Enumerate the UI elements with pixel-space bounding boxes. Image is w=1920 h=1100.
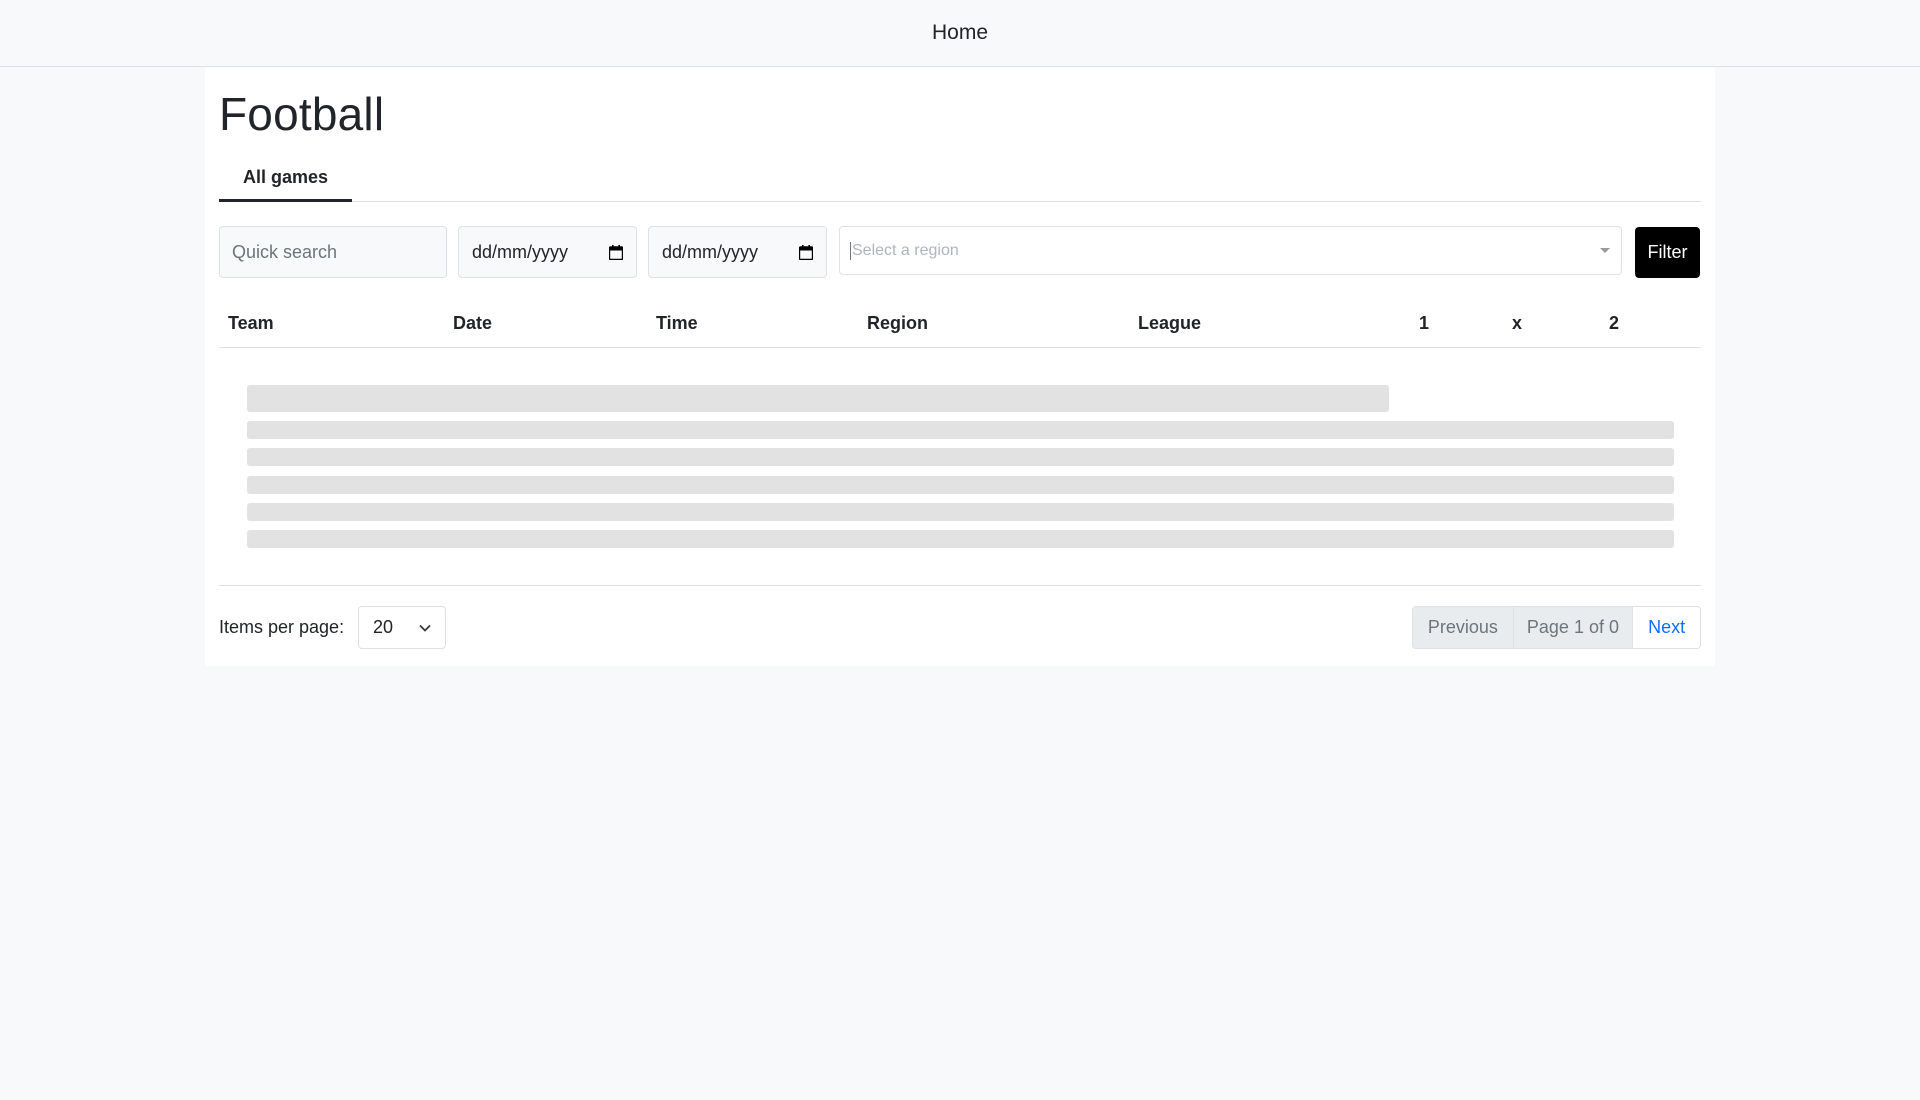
filter-button[interactable]: Filter xyxy=(1635,227,1700,278)
tab-all-games[interactable]: All games xyxy=(219,156,352,202)
calendar-icon[interactable] xyxy=(609,244,623,260)
skeleton-line xyxy=(247,385,1389,412)
items-per-page-value: 20 xyxy=(373,617,394,637)
chevron-down-icon xyxy=(419,624,431,632)
previous-page-button[interactable]: Previous xyxy=(1413,607,1514,648)
date-from-input[interactable]: dd/mm/yyyy xyxy=(458,226,637,278)
date-to-text: dd/mm/yyyy xyxy=(662,241,759,262)
column-header-home-odds[interactable]: 1 xyxy=(1419,298,1429,348)
date-to-input[interactable]: dd/mm/yyyy xyxy=(648,226,827,278)
table-divider xyxy=(219,585,1701,586)
main-panel: Football All games dd/mm/yyyy dd/mm/yyyy… xyxy=(205,67,1715,666)
caret-down-icon xyxy=(1600,247,1610,253)
column-header-date[interactable]: Date xyxy=(453,298,492,348)
top-navbar: Home xyxy=(0,0,1920,67)
page-indicator: Page 1 of 0 xyxy=(1513,607,1634,648)
skeleton-line xyxy=(247,448,1674,466)
region-select[interactable]: Select a region xyxy=(839,226,1622,275)
tab-bar: All games xyxy=(219,156,1701,202)
column-header-time[interactable]: Time xyxy=(656,298,698,348)
region-placeholder: Select a region xyxy=(850,241,959,260)
column-header-region[interactable]: Region xyxy=(867,298,928,348)
items-per-page-select[interactable]: 20 xyxy=(358,606,446,649)
skeleton-line xyxy=(247,476,1674,494)
page-title: Football xyxy=(219,88,385,140)
date-from-text: dd/mm/yyyy xyxy=(472,241,569,262)
skeleton-line xyxy=(247,421,1674,439)
calendar-icon[interactable] xyxy=(799,244,813,260)
table-header: Team Date Time Region League 1 x 2 xyxy=(219,298,1701,348)
skeleton-line xyxy=(247,503,1674,521)
home-link[interactable]: Home xyxy=(932,21,988,45)
column-header-league[interactable]: League xyxy=(1138,298,1201,348)
items-per-page-label: Items per page: xyxy=(219,617,345,637)
pagination: Previous Page 1 of 0 Next xyxy=(1412,606,1701,649)
column-header-team[interactable]: Team xyxy=(228,298,274,348)
quick-search-input[interactable] xyxy=(219,226,447,278)
column-header-draw-odds[interactable]: x xyxy=(1512,298,1522,348)
skeleton-line xyxy=(247,530,1674,548)
column-header-away-odds[interactable]: 2 xyxy=(1609,298,1619,348)
next-page-button[interactable]: Next xyxy=(1633,607,1700,648)
